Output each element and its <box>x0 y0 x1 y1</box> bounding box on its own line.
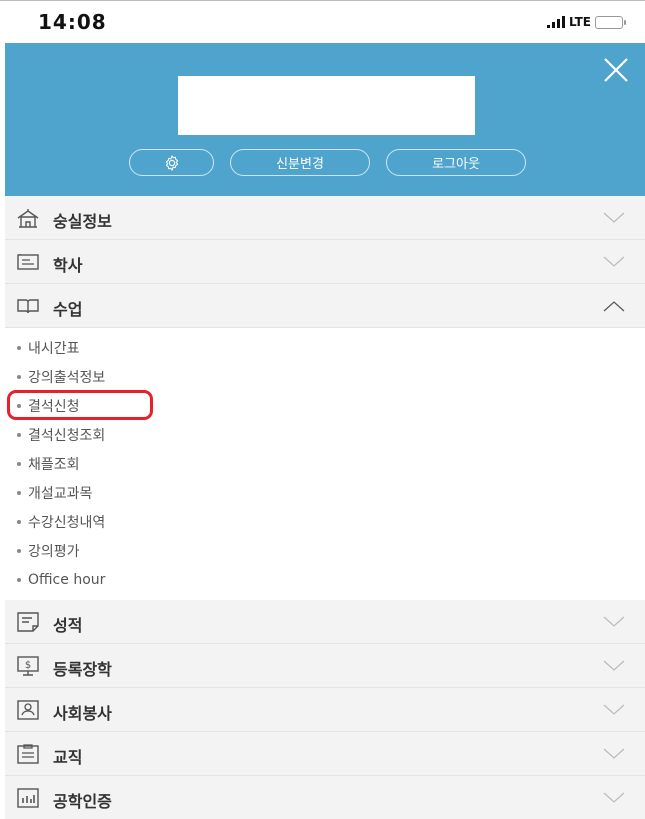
document-icon <box>17 612 39 632</box>
menu-item-social-service[interactable]: 사회봉사 <box>5 688 645 732</box>
menu-item-label: 공학인증 <box>53 792 112 811</box>
submenu-item-my-timetable[interactable]: 내시간표 <box>17 338 80 358</box>
chevron-down-icon <box>603 616 625 627</box>
menu-item-teaching[interactable]: 교직 <box>5 732 645 776</box>
id-card-icon <box>17 254 39 270</box>
classes-submenu: 내시간표 강의출석정보 결석신청 결석신청조회 채플조회 개설교과목 수강신청내… <box>5 328 645 600</box>
person-card-icon <box>17 700 39 720</box>
menu-item-label: 사회봉사 <box>53 704 112 723</box>
submenu-item-course-evaluation[interactable]: 강의평가 <box>17 541 80 561</box>
menu-item-tuition-scholarship[interactable]: $ 등록장학 <box>5 644 645 688</box>
close-icon[interactable] <box>601 55 631 85</box>
menu-item-academic[interactable]: 학사 <box>5 240 645 284</box>
submenu-item-attendance-info[interactable]: 강의출석정보 <box>17 367 105 387</box>
menu-item-label: 성적 <box>53 616 83 635</box>
gear-icon <box>165 154 178 171</box>
svg-text:$: $ <box>25 660 31 671</box>
menu-item-soongsil-info[interactable]: 숭실정보 <box>5 196 645 240</box>
chevron-down-icon <box>603 748 625 759</box>
menu-item-label: 숭실정보 <box>53 212 112 231</box>
chevron-down-icon <box>603 704 625 715</box>
open-book-icon <box>17 299 39 314</box>
menu-item-label: 수업 <box>53 300 83 319</box>
menu-item-classes[interactable]: 수업 <box>5 284 645 328</box>
network-type: LTE <box>568 15 591 29</box>
menu-item-grades[interactable]: 성적 <box>5 600 645 644</box>
submenu-item-open-courses[interactable]: 개설교과목 <box>17 483 92 503</box>
main-menu: 숭실정보 학사 수업 내시간표 강의출석정보 결석신청 결석신청조회 채플조회 … <box>5 196 645 819</box>
chevron-up-icon <box>603 301 625 312</box>
chevron-down-icon <box>603 792 625 803</box>
submenu-item-registration-history[interactable]: 수강신청내역 <box>17 512 105 532</box>
submenu-item-absence-request-lookup[interactable]: 결석신청조회 <box>17 425 105 445</box>
battery-icon <box>595 15 626 29</box>
settings-button[interactable] <box>129 149 214 176</box>
status-indicators: LTE <box>546 15 626 29</box>
submenu-item-chapel-lookup[interactable]: 채플조회 <box>17 454 80 474</box>
menu-item-label: 학사 <box>53 256 83 275</box>
profile-info-box <box>178 76 475 135</box>
money-monitor-icon: $ <box>17 656 39 676</box>
bar-chart-icon <box>17 788 39 808</box>
header-button-group: 신분변경 로그아웃 <box>129 149 526 176</box>
chevron-down-icon <box>603 256 625 267</box>
chevron-down-icon <box>603 212 625 223</box>
status-time: 14:08 <box>38 10 107 34</box>
profile-header: 신분변경 로그아웃 <box>5 43 645 196</box>
menu-item-label: 등록장학 <box>53 660 112 679</box>
signal-bars-icon <box>546 16 565 28</box>
clipboard-icon <box>17 744 39 764</box>
chevron-down-icon <box>603 660 625 671</box>
menu-item-engineering-accreditation[interactable]: 공학인증 <box>5 776 645 819</box>
logout-button[interactable]: 로그아웃 <box>386 149 526 176</box>
menu-item-label: 교직 <box>53 748 83 767</box>
status-bar: 14:08 LTE <box>0 0 645 43</box>
submenu-item-office-hour[interactable]: Office hour <box>17 570 105 590</box>
school-building-icon <box>17 209 39 228</box>
change-identity-button[interactable]: 신분변경 <box>230 149 370 176</box>
submenu-item-absence-request[interactable]: 결석신청 <box>17 396 80 416</box>
